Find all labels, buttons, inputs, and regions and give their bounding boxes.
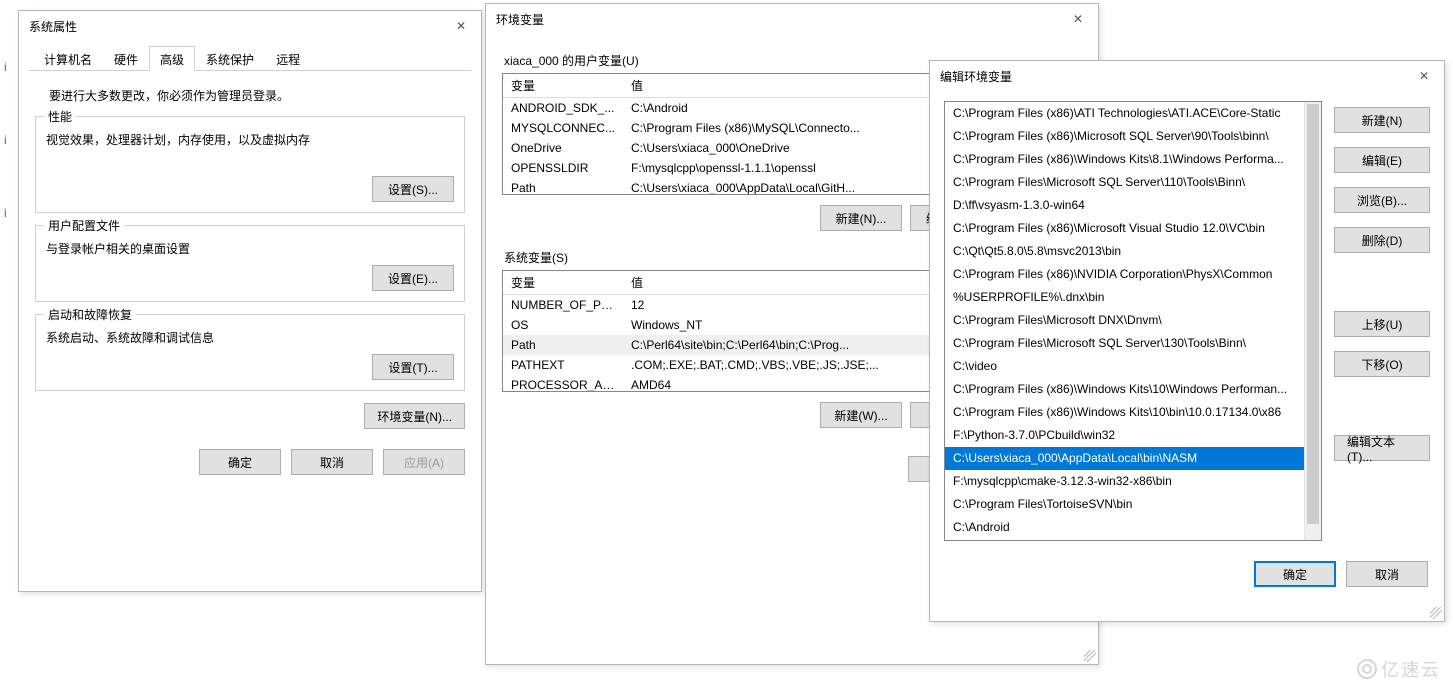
edit-entry-button[interactable]: 编辑(E)	[1334, 147, 1430, 173]
path-entry[interactable]: C:\Program Files (x86)\Windows Kits\8.1\…	[945, 148, 1321, 171]
scrollbar[interactable]	[1304, 102, 1321, 540]
admin-notice: 要进行大多数更改，你必须作为管理员登录。	[49, 87, 465, 104]
path-entry[interactable]: C:\video	[945, 355, 1321, 378]
new-entry-button[interactable]: 新建(N)	[1334, 107, 1430, 133]
path-entry[interactable]: C:\Qt\Qt5.8.0\5.8\msvc2013\bin	[945, 240, 1321, 263]
edit-text-button[interactable]: 编辑文本(T)...	[1334, 435, 1430, 461]
path-entry[interactable]: C:\Program Files\TortoiseSVN\bin	[945, 493, 1321, 516]
settings-performance-button[interactable]: 设置(S)...	[372, 176, 454, 202]
resize-grip[interactable]	[1084, 650, 1096, 662]
path-entry[interactable]: C:\Users\xiaca_000\AppData\Local\bin\NAS…	[945, 447, 1321, 470]
system-properties-title: 系统属性	[29, 18, 77, 35]
env-titlebar: 环境变量 ✕	[486, 4, 1098, 34]
settings-profiles-button[interactable]: 设置(E)...	[372, 265, 454, 291]
tab-advanced[interactable]: 高级	[149, 46, 195, 71]
move-up-button[interactable]: 上移(U)	[1334, 311, 1430, 337]
settings-startup-button[interactable]: 设置(T)...	[372, 354, 454, 380]
left-cropped-glyphs: iii	[0, 60, 14, 220]
close-icon[interactable]: ✕	[1064, 9, 1092, 29]
ok-button[interactable]: 确定	[1254, 561, 1336, 587]
edit-footer: 确定 取消	[930, 551, 1444, 601]
system-properties-titlebar: 系统属性 ✕	[19, 11, 481, 41]
path-entry[interactable]: C:\Program Files (x86)\ATI Technologies\…	[945, 102, 1321, 125]
col-variable[interactable]: 变量	[503, 74, 623, 97]
group-performance: 性能 视觉效果，处理器计划，内存使用，以及虚拟内存 设置(S)...	[35, 116, 465, 213]
system-properties-tabs: 计算机名 硬件 高级 系统保护 远程	[29, 45, 471, 71]
delete-entry-button[interactable]: 删除(D)	[1334, 227, 1430, 253]
path-entry[interactable]: C:\Android	[945, 516, 1321, 539]
path-entry[interactable]: C:\Program Files\Microsoft DNX\Dnvm\	[945, 309, 1321, 332]
group-user-profiles: 用户配置文件 与登录帐户相关的桌面设置 设置(E)...	[35, 225, 465, 302]
path-entry[interactable]: C:\Program Files\Microsoft SQL Server\11…	[945, 171, 1321, 194]
path-entry[interactable]: %USERPROFILE%\.dnx\bin	[945, 286, 1321, 309]
group-startup-desc: 系统启动、系统故障和调试信息	[46, 329, 454, 346]
path-entry[interactable]: D:\ff\vsyasm-1.3.0-win64	[945, 194, 1321, 217]
close-icon[interactable]: ✕	[1410, 66, 1438, 86]
new-user-var-button[interactable]: 新建(N)...	[820, 205, 902, 231]
system-properties-dialog: 系统属性 ✕ 计算机名 硬件 高级 系统保护 远程 要进行大多数更改，你必须作为…	[18, 10, 482, 592]
group-profiles-legend: 用户配置文件	[44, 217, 124, 234]
edit-title: 编辑环境变量	[940, 68, 1012, 85]
environment-variables-button[interactable]: 环境变量(N)...	[364, 403, 465, 429]
ok-button[interactable]: 确定	[199, 449, 281, 475]
group-startup: 启动和故障恢复 系统启动、系统故障和调试信息 设置(T)...	[35, 314, 465, 391]
cancel-button[interactable]: 取消	[1346, 561, 1428, 587]
tab-computer-name[interactable]: 计算机名	[33, 46, 103, 71]
path-entry[interactable]: C:\Program Files (x86)\Microsoft Visual …	[945, 217, 1321, 240]
env-title: 环境变量	[496, 11, 544, 28]
group-startup-legend: 启动和故障恢复	[44, 306, 136, 323]
edit-environment-variable-dialog: 编辑环境变量 ✕ C:\Program Files (x86)\ATI Tech…	[929, 60, 1445, 622]
resize-grip[interactable]	[1430, 607, 1442, 619]
watermark: 亿速云	[1357, 656, 1441, 682]
path-entry[interactable]: C:\Program Files (x86)\NVIDIA Corporatio…	[945, 263, 1321, 286]
path-entries-list[interactable]: C:\Program Files (x86)\ATI Technologies\…	[944, 101, 1322, 541]
tab-hardware[interactable]: 硬件	[103, 46, 149, 71]
path-entry[interactable]: C:\Program Files (x86)\Windows Kits\10\W…	[945, 378, 1321, 401]
col-variable[interactable]: 变量	[503, 271, 623, 294]
cancel-button[interactable]: 取消	[291, 449, 373, 475]
new-sys-var-button[interactable]: 新建(W)...	[820, 402, 902, 428]
path-entry[interactable]: C:\Program Files\Microsoft SQL Server\13…	[945, 332, 1321, 355]
group-performance-desc: 视觉效果，处理器计划，内存使用，以及虚拟内存	[46, 131, 454, 148]
close-icon[interactable]: ✕	[447, 16, 475, 36]
path-entry[interactable]: F:\mysqlcpp\cmake-3.12.3-win32-x86\bin	[945, 470, 1321, 493]
path-entry[interactable]: F:\Python-3.7.0\PCbuild\win32	[945, 424, 1321, 447]
edit-titlebar: 编辑环境变量 ✕	[930, 61, 1444, 91]
group-performance-legend: 性能	[44, 108, 76, 125]
group-profiles-desc: 与登录帐户相关的桌面设置	[46, 240, 454, 257]
path-entry[interactable]: C:\Program Files (x86)\Windows Kits\10\b…	[945, 401, 1321, 424]
edit-side-buttons: 新建(N) 编辑(E) 浏览(B)... 删除(D) 上移(U) 下移(O) 编…	[1334, 101, 1430, 541]
move-down-button[interactable]: 下移(O)	[1334, 351, 1430, 377]
tab-system-protection[interactable]: 系统保护	[195, 46, 265, 71]
apply-button[interactable]: 应用(A)	[383, 449, 465, 475]
path-entry[interactable]: C:\Program Files (x86)\Microsoft SQL Ser…	[945, 125, 1321, 148]
tab-remote[interactable]: 远程	[265, 46, 311, 71]
path-entry[interactable]: C:\Windows\System32	[945, 539, 1321, 540]
browse-button[interactable]: 浏览(B)...	[1334, 187, 1430, 213]
system-properties-footer: 确定 取消 应用(A)	[19, 439, 481, 489]
